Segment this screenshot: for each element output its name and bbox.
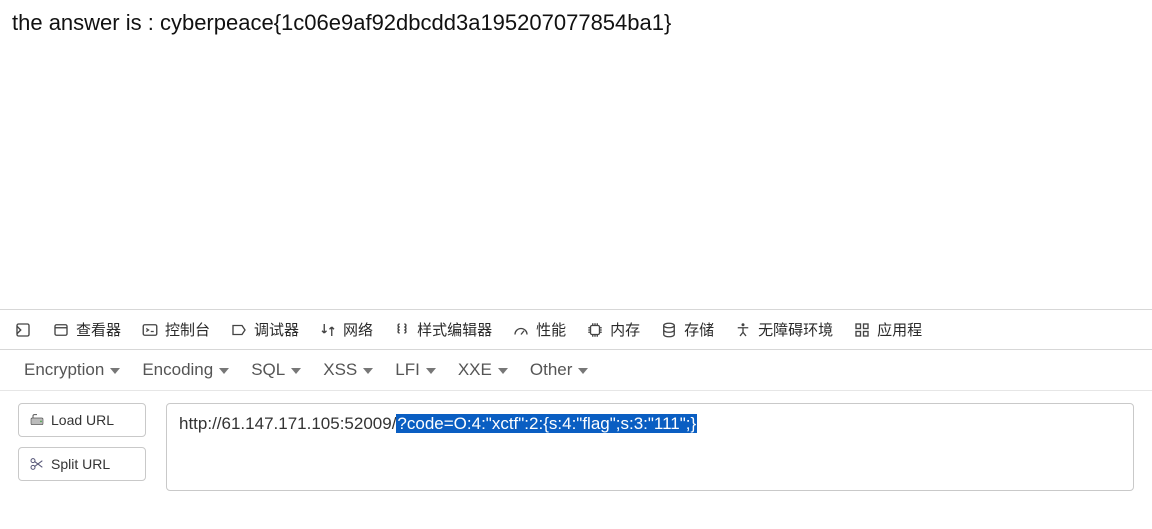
menu-xxe-label: XXE: [458, 360, 492, 380]
tab-storage[interactable]: 存储: [656, 310, 718, 349]
tab-performance[interactable]: 性能: [508, 310, 570, 349]
hackbar-toolbar: Encryption Encoding SQL XSS LFI XXE Othe…: [0, 350, 1152, 391]
split-url-label: Split URL: [51, 456, 110, 472]
chevron-down-icon: [578, 368, 588, 374]
menu-lfi-label: LFI: [395, 360, 420, 380]
tab-storage-label: 存储: [684, 319, 714, 340]
menu-xss[interactable]: XSS: [323, 360, 373, 380]
menu-xss-label: XSS: [323, 360, 357, 380]
menu-sql-label: SQL: [251, 360, 285, 380]
url-input[interactable]: http://61.147.171.105:52009/?code=O:4:"x…: [166, 403, 1134, 491]
performance-icon: [512, 321, 530, 339]
accessibility-icon: [734, 321, 752, 339]
tab-memory[interactable]: 内存: [582, 310, 644, 349]
hackbar-button-column: Load URL Split URL: [18, 403, 146, 491]
load-url-button[interactable]: Load URL: [18, 403, 146, 437]
console-icon: [141, 321, 159, 339]
tab-styleeditor-label: 样式编辑器: [417, 319, 492, 340]
tab-debugger-label: 调试器: [254, 319, 299, 340]
tab-performance-label: 性能: [536, 319, 566, 340]
chevron-down-icon: [498, 368, 508, 374]
chevron-down-icon: [363, 368, 373, 374]
chevron-down-icon: [219, 368, 229, 374]
menu-encryption-label: Encryption: [24, 360, 104, 380]
tab-application[interactable]: 应用程: [849, 310, 926, 349]
debugger-icon: [230, 321, 248, 339]
tab-accessibility-label: 无障碍环境: [758, 319, 833, 340]
tab-inspector-label: 查看器: [76, 319, 121, 340]
load-url-icon: [29, 412, 45, 428]
tab-memory-label: 内存: [610, 319, 640, 340]
tab-accessibility[interactable]: 无障碍环境: [730, 310, 837, 349]
split-url-icon: [29, 456, 45, 472]
styleeditor-icon: [393, 321, 411, 339]
menu-other[interactable]: Other: [530, 360, 589, 380]
tab-network[interactable]: 网络: [315, 310, 377, 349]
chevron-down-icon: [426, 368, 436, 374]
devtools-tabstrip: 查看器 控制台 调试器 网络 样式编辑器: [0, 310, 1152, 350]
memory-icon: [586, 321, 604, 339]
tab-application-label: 应用程: [877, 319, 922, 340]
tab-console[interactable]: 控制台: [137, 310, 214, 349]
url-selected-text: ?code=O:4:"xctf":2:{s:4:"flag";s:3:"111"…: [396, 414, 697, 433]
hackbar-body: Load URL Split URL http://61.147.171.105…: [0, 391, 1152, 509]
application-icon: [853, 321, 871, 339]
chevron-down-icon: [110, 368, 120, 374]
tab-debugger[interactable]: 调试器: [226, 310, 303, 349]
storage-icon: [660, 321, 678, 339]
devtools-dock-button[interactable]: [10, 310, 36, 349]
url-prefix: http://61.147.171.105:52009/: [179, 414, 396, 433]
tab-network-label: 网络: [343, 319, 373, 340]
tab-styleeditor[interactable]: 样式编辑器: [389, 310, 496, 349]
inspector-icon: [52, 321, 70, 339]
tab-console-label: 控制台: [165, 319, 210, 340]
menu-encryption[interactable]: Encryption: [24, 360, 120, 380]
menu-encoding[interactable]: Encoding: [142, 360, 229, 380]
page-answer-text: the answer is : cyberpeace{1c06e9af92dbc…: [0, 0, 1152, 46]
menu-lfi[interactable]: LFI: [395, 360, 436, 380]
chevron-down-icon: [291, 368, 301, 374]
load-url-label: Load URL: [51, 412, 114, 428]
menu-sql[interactable]: SQL: [251, 360, 301, 380]
split-url-button[interactable]: Split URL: [18, 447, 146, 481]
menu-other-label: Other: [530, 360, 573, 380]
menu-encoding-label: Encoding: [142, 360, 213, 380]
dock-icon: [14, 321, 32, 339]
menu-xxe[interactable]: XXE: [458, 360, 508, 380]
devtools-panel: 查看器 控制台 调试器 网络 样式编辑器: [0, 309, 1152, 509]
tab-inspector[interactable]: 查看器: [48, 310, 125, 349]
network-icon: [319, 321, 337, 339]
